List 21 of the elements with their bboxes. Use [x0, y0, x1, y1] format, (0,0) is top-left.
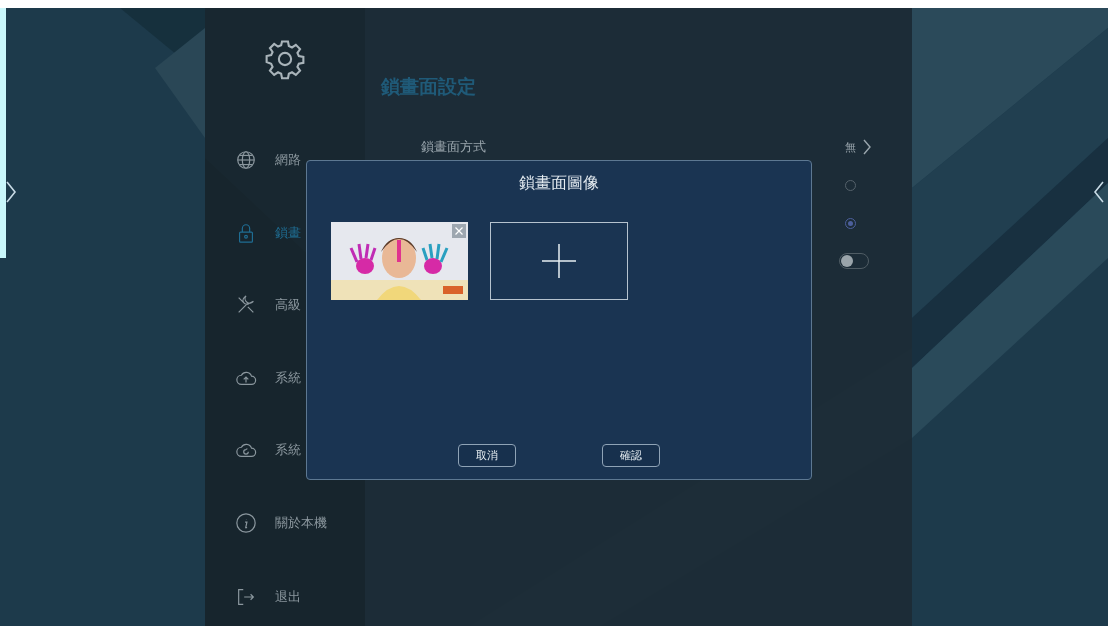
- sidebar-label: 系統: [275, 368, 301, 387]
- exit-item[interactable]: 退出: [205, 561, 365, 626]
- page-title: 鎖畫面設定: [381, 74, 477, 99]
- plus-icon: [541, 243, 577, 279]
- cancel-button[interactable]: 取消: [458, 444, 516, 467]
- globe-icon: [235, 149, 257, 172]
- sidebar-label: 網路: [275, 151, 301, 170]
- setting-label: 鎖畫面方式: [421, 138, 486, 156]
- sidebar-label: 高級: [275, 296, 301, 315]
- sidebar-item[interactable]: 關於本機: [205, 486, 365, 559]
- settings-icon: [264, 38, 306, 80]
- info-icon: [235, 511, 257, 534]
- chevron-icon: [862, 139, 872, 155]
- dialog-title: 鎖畫面圖像: [519, 173, 599, 194]
- setting-value[interactable]: 無: [845, 139, 872, 155]
- sidebar-label: 鎖畫: [275, 223, 301, 242]
- exit-label: 退出: [275, 588, 301, 607]
- confirm-button[interactable]: 確認: [602, 444, 660, 467]
- add-image-button[interactable]: [490, 222, 628, 300]
- sidebar-label: 關於本機: [275, 513, 327, 532]
- sidebar-label: 系統: [275, 441, 301, 460]
